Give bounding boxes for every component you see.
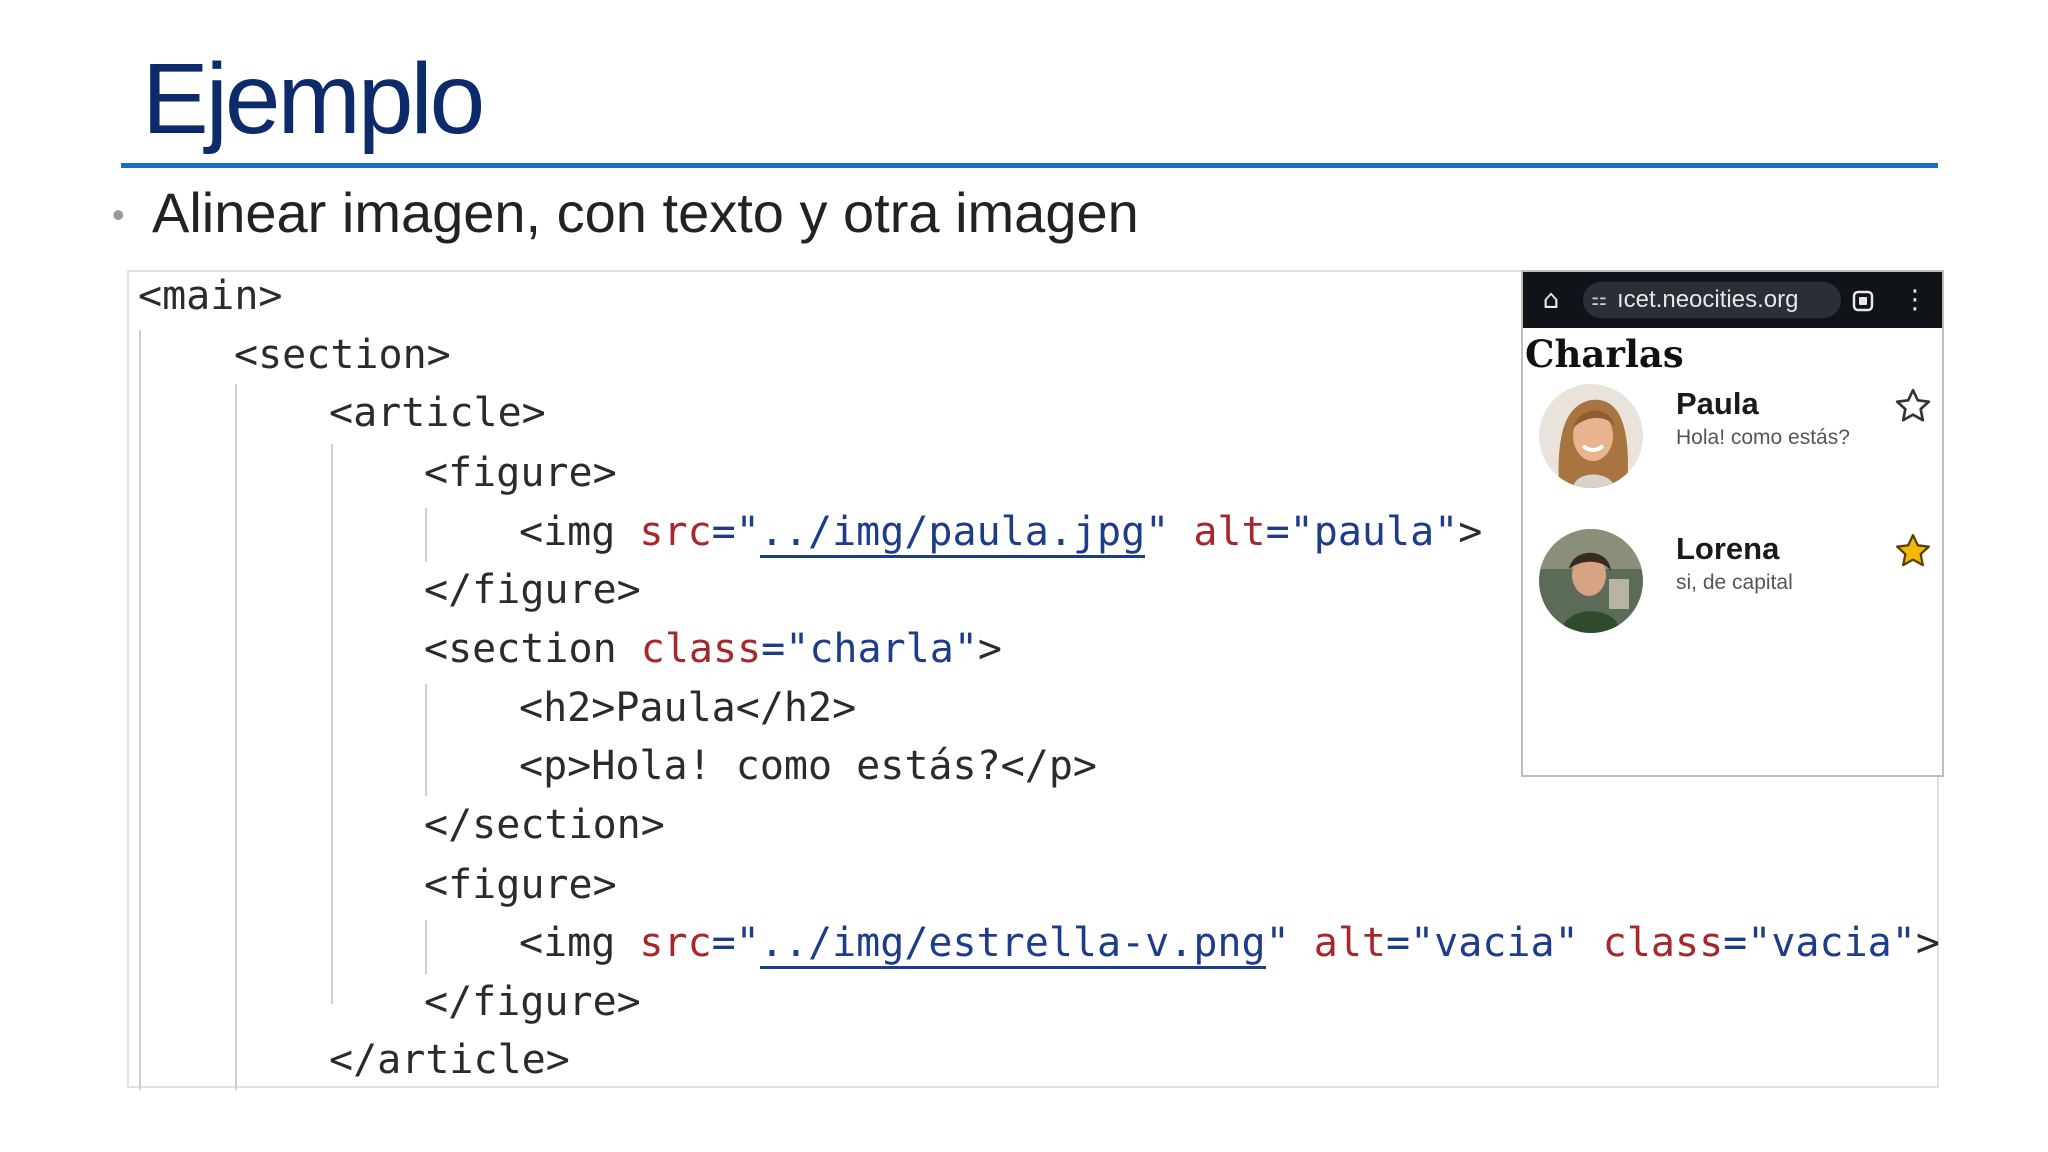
chat-message: Hola! como estás? <box>1676 426 1850 449</box>
chat-item[interactable]: Paula Hola! como estás? <box>1523 384 1942 504</box>
avatar <box>1539 384 1643 488</box>
code-line-article: <article> <box>329 390 546 436</box>
tabs-icon[interactable] <box>1841 272 1885 328</box>
slide-title: Ejemplo <box>142 43 485 155</box>
address-bar[interactable]: ⚏ ıcet.neocities.org <box>1583 282 1841 318</box>
indent-guide <box>425 508 427 562</box>
code-line-img-star: <img src="../img/estrella-v.png" alt="va… <box>519 914 1940 972</box>
mobile-preview: ⌂ ⚏ ıcet.neocities.org ⋮ Charlas Paula H… <box>1521 270 1944 777</box>
code-line-img-paula: <img src="../img/paula.jpg" alt="paula"> <box>519 503 1482 561</box>
code-line-section-close: </section> <box>424 802 665 848</box>
src-link[interactable]: ../img/estrella-v.png <box>759 920 1266 969</box>
chat-name: Lorena <box>1676 531 1780 566</box>
code-line-p: <p>Hola! como estás?</p> <box>519 743 1097 789</box>
address-text: ıcet.neocities.org <box>1617 286 1799 313</box>
site-settings-icon[interactable]: ⚏ <box>1591 282 1607 318</box>
indent-guide <box>235 384 237 1090</box>
code-line-section-charla: <section class="charla"> <box>424 626 1003 672</box>
code-line-main: <main> <box>138 273 283 319</box>
code-line-figure-close-2: </figure> <box>424 979 641 1025</box>
bullet-icon: • <box>112 194 125 235</box>
code-line-figure: <figure> <box>424 450 617 496</box>
code-line-figure-close: </figure> <box>424 567 641 613</box>
code-line-section: <section> <box>234 332 451 378</box>
browser-toolbar: ⌂ ⚏ ıcet.neocities.org ⋮ <box>1523 272 1942 328</box>
indent-guide <box>331 444 333 1004</box>
more-menu-icon[interactable]: ⋮ <box>1895 272 1935 328</box>
code-line-h2: <h2>Paula</h2> <box>519 685 857 731</box>
home-icon[interactable]: ⌂ <box>1531 272 1571 328</box>
chat-item[interactable]: Lorena si, de capital <box>1523 529 1942 649</box>
chats-heading: Charlas <box>1525 332 1684 376</box>
star-outline-icon[interactable] <box>1893 386 1933 426</box>
code-line-figure-2: <figure> <box>424 862 617 908</box>
chat-name: Paula <box>1676 386 1759 421</box>
star-filled-icon[interactable] <box>1893 531 1933 571</box>
code-line-article-close: </article> <box>329 1037 570 1083</box>
indent-guide <box>425 684 427 796</box>
chat-message: si, de capital <box>1676 571 1793 594</box>
bullet-text: Alinear imagen, con texto y otra imagen <box>152 181 1139 244</box>
title-underline <box>121 163 1938 168</box>
src-link[interactable]: ../img/paula.jpg <box>759 509 1146 558</box>
avatar <box>1539 529 1643 633</box>
indent-guide <box>139 330 141 1090</box>
indent-guide <box>425 920 427 974</box>
